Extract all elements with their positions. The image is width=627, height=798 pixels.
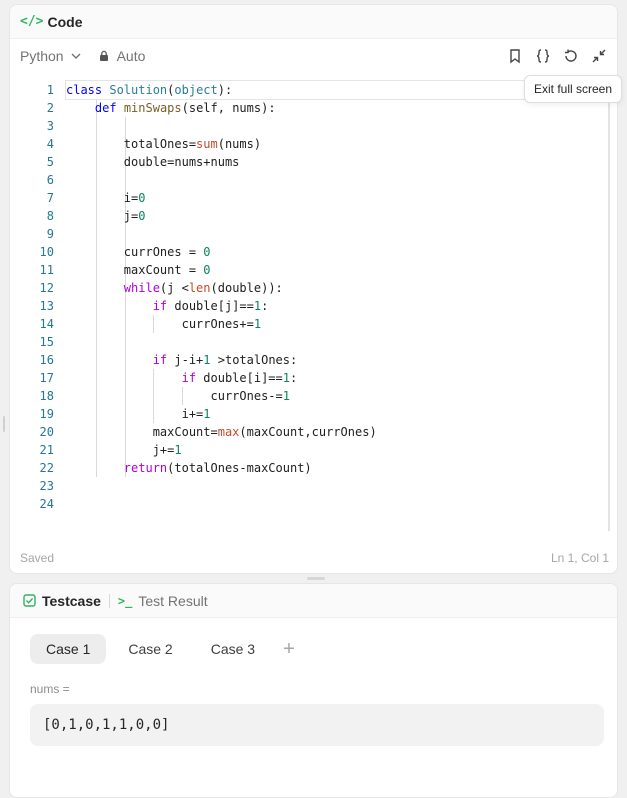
code-line: double=nums+nums [66,155,240,169]
case-tab-2[interactable]: Case 2 [112,634,188,664]
editor-toolbar: Python Auto [10,39,617,73]
line-number-gutter: 1 2 3 4 5 6 7 8 9 10 11 12 13 14 15 16 1… [10,81,54,513]
code-line: return(totalOnes-maxCount) [123,461,312,475]
editor-status-bar: Saved Ln 1, Col 1 [10,543,617,573]
line-number: 16 [39,353,54,367]
editor-scrollbar[interactable] [608,75,610,531]
case-tab-3[interactable]: Case 3 [195,634,271,664]
code-line: if j-i+1 >totalOnes: [152,353,298,367]
line-number: 22 [39,461,54,475]
line-number: 19 [39,407,54,421]
code-line: j=0 [66,209,146,223]
line-number: 3 [46,119,54,133]
param-label: nums = [30,682,70,696]
chevron-down-icon [71,53,81,59]
tab-testcase[interactable]: Testcase [23,593,101,609]
code-line: totalOnes=sum(nums) [66,137,262,151]
code-panel-title: Code [47,13,83,30]
code-line: currOnes = 0 [66,245,211,259]
reset-code-button[interactable] [563,48,579,64]
language-select[interactable]: Python [20,48,82,64]
add-case-button[interactable]: + [283,639,295,659]
testcase-panel: Testcase >_ Test Result Case 1 Case 2 Ca… [9,583,618,798]
line-number: 17 [39,371,54,385]
line-number: 14 [39,317,54,331]
line-number: 6 [46,173,54,187]
line-number: 20 [39,425,54,439]
line-number: 9 [46,227,54,241]
tab-test-result-label: Test Result [138,592,208,609]
auto-mode-toggle[interactable]: Auto [98,48,146,64]
code-line: j+=1 [66,443,182,457]
line-number: 11 [39,263,54,277]
line-number: 12 [39,281,54,295]
line-number: 13 [39,299,54,313]
code-brackets-icon: </> [20,14,44,29]
bookmark-button[interactable] [507,48,523,64]
terminal-icon: >_ [117,593,133,608]
line-number: 2 [46,101,54,115]
resize-handle-left[interactable] [3,416,5,432]
format-code-button[interactable] [535,48,551,64]
saved-status: Saved [20,551,55,565]
line-number: 18 [39,389,54,403]
code-line: currOnes+=1 [66,317,262,331]
code-line: maxCount = 0 [66,263,211,277]
code-editor[interactable]: 1 2 3 4 5 6 7 8 9 10 11 12 13 14 15 16 1… [10,73,610,531]
line-number: 21 [39,443,54,457]
exit-fullscreen-button[interactable] [591,48,607,64]
testcase-panel-header: Testcase >_ Test Result [10,584,617,618]
line-number: 10 [39,245,54,259]
code-line: i=0 [66,191,146,205]
code-line: if double[i]==1: [181,371,298,385]
bookmark-icon [510,49,520,64]
line-number: 15 [39,335,54,349]
exit-fullscreen-tooltip: Exit full screen [524,75,622,103]
checkbox-icon [23,594,36,607]
param-input[interactable]: [0,1,0,1,1,0,0] [30,704,604,746]
line-number: 1 [46,83,54,97]
line-number: 5 [46,155,54,169]
auto-mode-label: Auto [116,48,146,64]
undo-icon [565,49,577,62]
code-line: while(j <len(double)): [123,281,283,295]
code-line: def minSwaps(self, nums): [94,101,276,115]
line-number: 8 [46,209,54,223]
cursor-position: Ln 1, Col 1 [550,551,609,565]
tab-test-result[interactable]: >_ Test Result [118,593,208,609]
editor-tools [507,48,607,64]
code-line: i+=1 [66,407,211,421]
collapse-icon [592,49,606,63]
lock-icon [99,50,108,61]
case-tabs: Case 1 Case 2 Case 3 + [30,634,295,664]
code-lines[interactable]: class Solution(object): def minSwaps(sel… [65,80,607,513]
code-panel-header: </> Code [10,5,617,39]
line-number: 24 [39,497,54,511]
line-number: 4 [46,137,54,151]
braces-icon [536,49,550,63]
line-number: 7 [46,191,54,205]
code-line: maxCount=max(maxCount,currOnes) [66,425,377,439]
language-label: Python [20,48,64,64]
line-number: 23 [39,479,54,493]
tab-testcase-label: Testcase [42,592,101,609]
code-line: currOnes-=1 [66,389,290,403]
panel-splitter[interactable] [307,577,325,580]
tab-divider [108,593,110,608]
code-line: if double[j]==1: [152,299,269,313]
case-tab-1[interactable]: Case 1 [30,634,107,664]
